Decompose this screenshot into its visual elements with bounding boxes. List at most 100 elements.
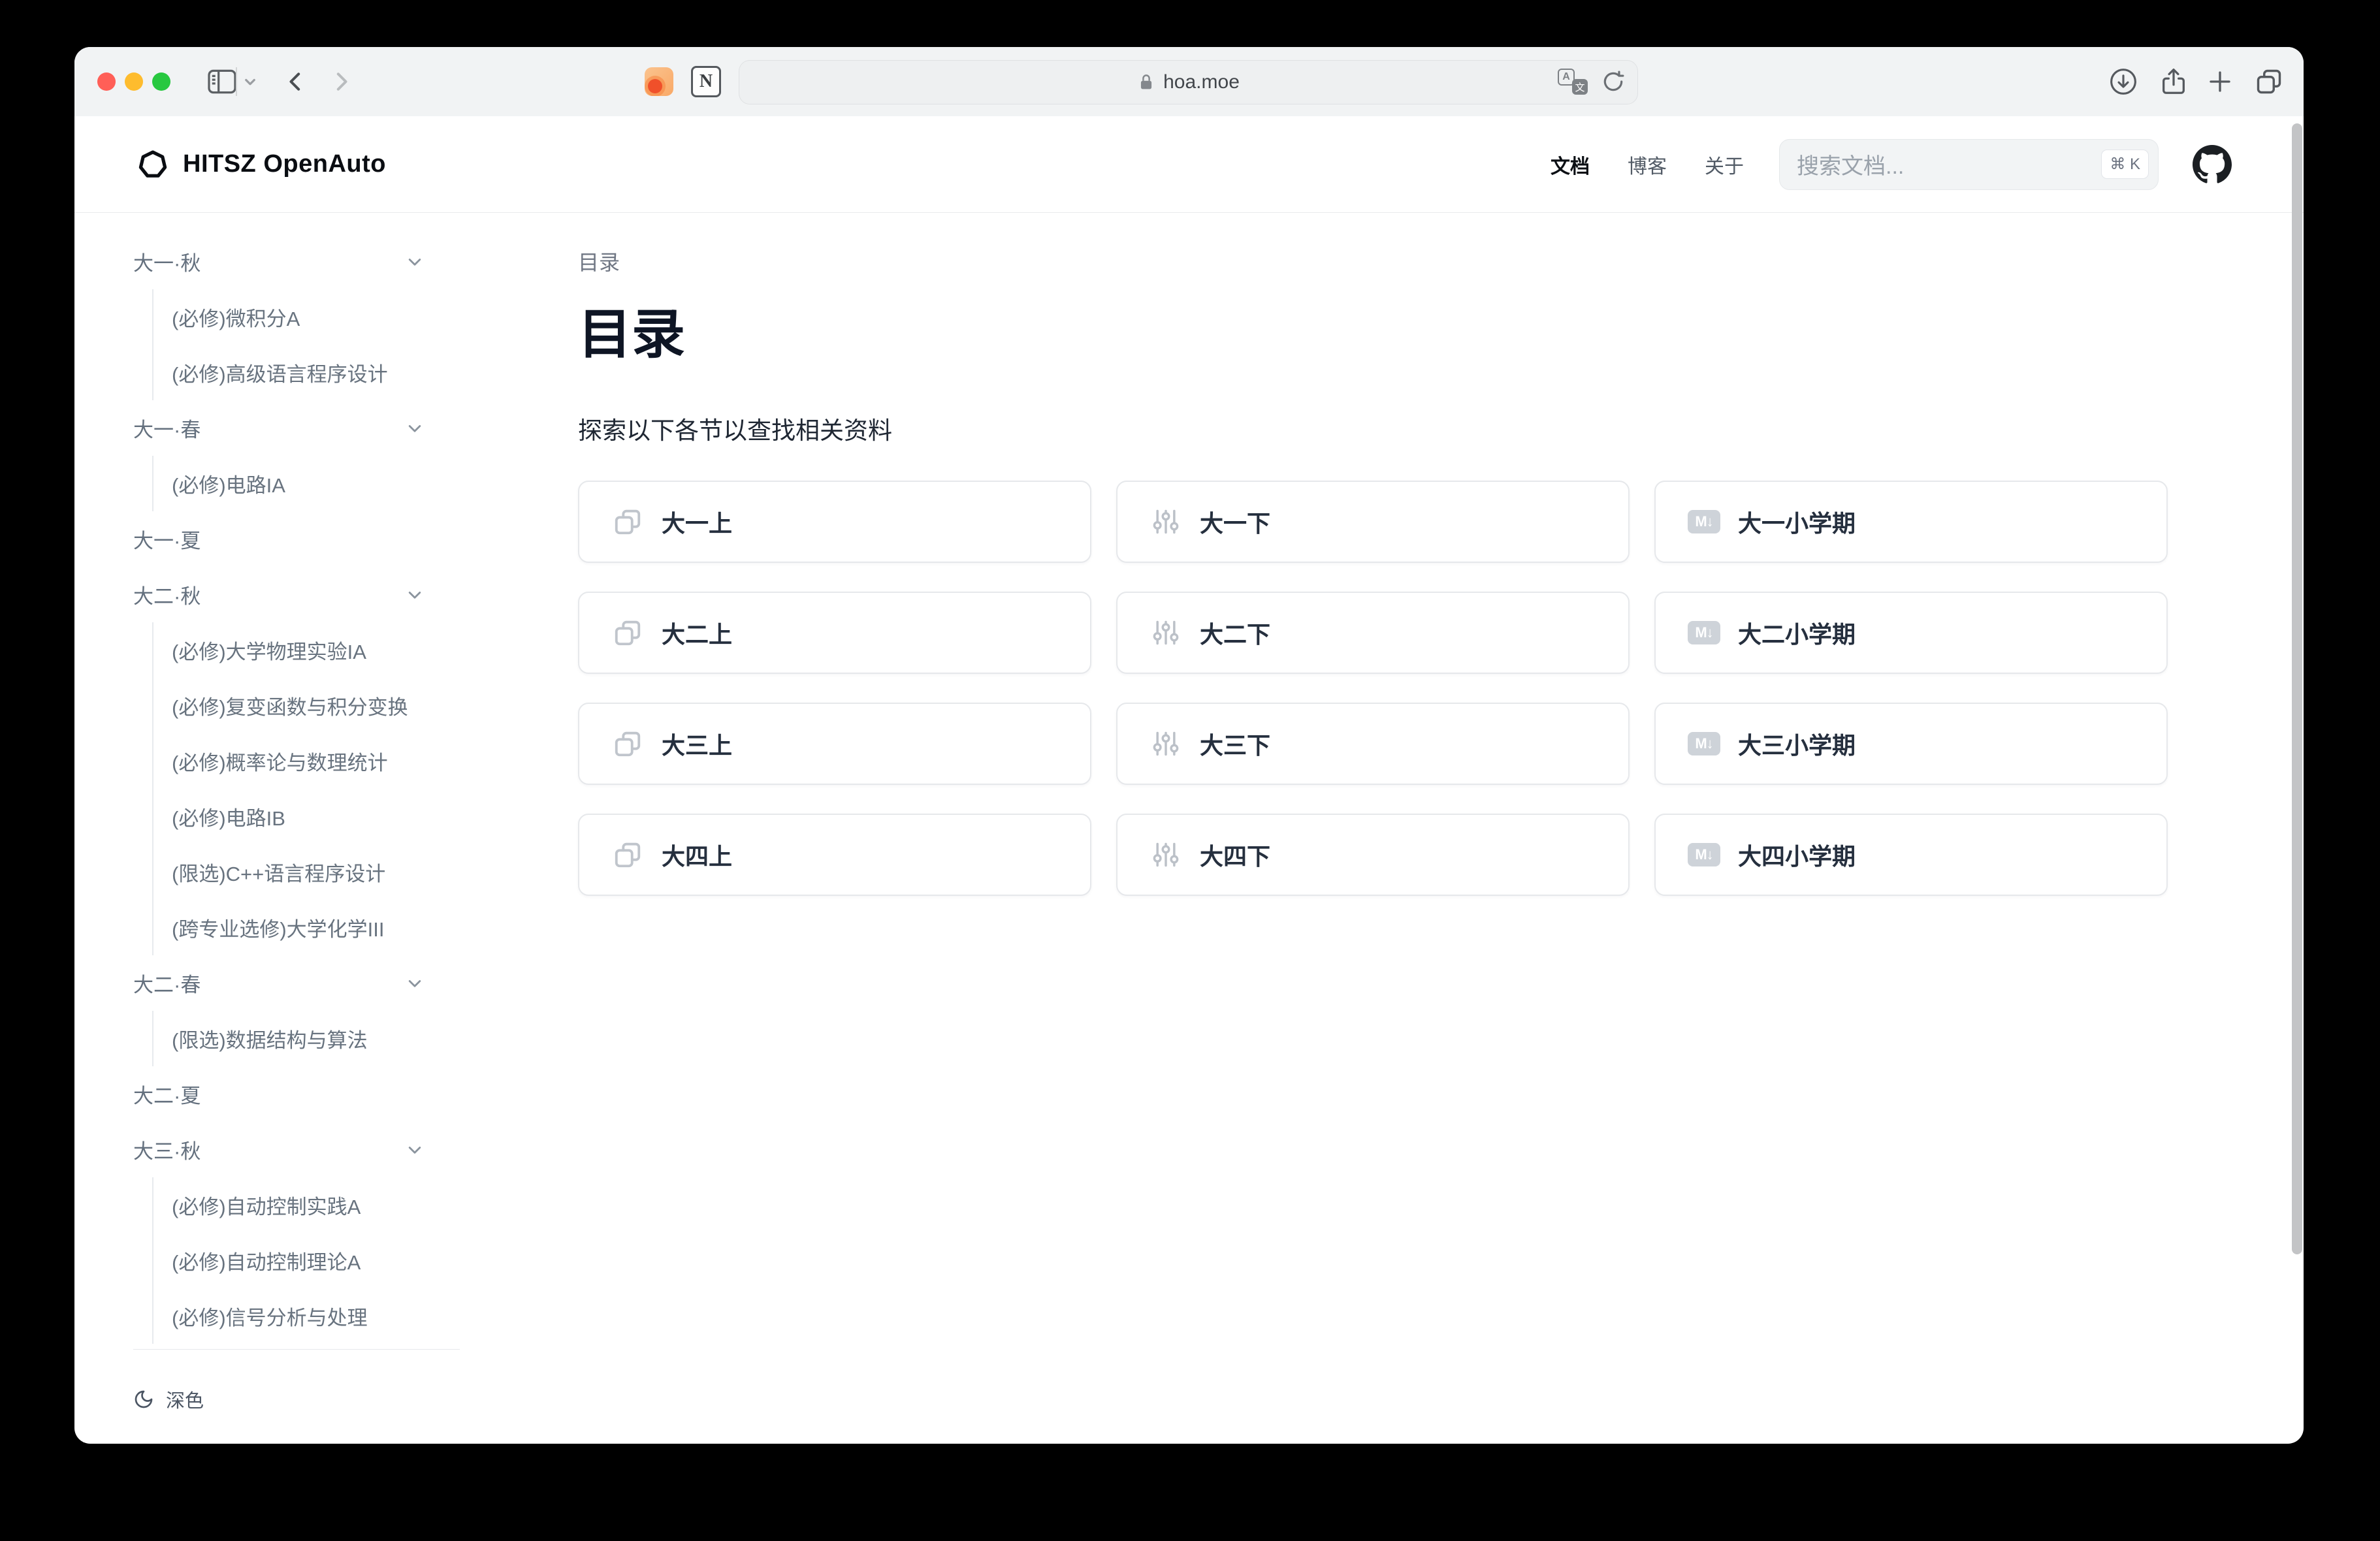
sidebar-toggle-icon[interactable] [207,47,237,116]
semester-card-label: 大一小学期 [1738,505,1856,539]
semester-card[interactable]: M↓大一小学期 [1654,481,2168,563]
theme-toggle-label: 深色 [166,1386,204,1413]
extension-icon-notion[interactable]: N [691,47,721,116]
nav-item[interactable]: 博客 [1628,150,1667,179]
semester-card[interactable]: 大四上 [578,814,1091,896]
sliders-icon [1149,729,1183,758]
brand[interactable]: HITSZ OpenAuto [137,149,386,180]
search-placeholder: 搜索文档... [1797,148,2101,180]
sidebar-item[interactable]: (必修)微积分A [172,289,460,345]
new-tab-icon[interactable] [2205,47,2235,116]
translate-icon[interactable]: A 文 [1558,69,1588,95]
sidebar-section-children: (必修)微积分A(必修)高级语言程序设计 [152,289,460,400]
chevron-down-icon [404,1139,426,1161]
sidebar-section[interactable]: 大一·春 [133,400,460,456]
semester-card-label: 大四小学期 [1738,838,1856,872]
sidebar-section-children: (必修)自动控制实践A(必修)自动控制理论A(必修)信号分析与处理 [152,1177,460,1344]
openauto-logo-icon [137,149,169,180]
nav-item[interactable]: 文档 [1551,150,1590,179]
back-button[interactable] [282,47,310,116]
browser-window: N hoa.moe A 文 [74,47,2304,1444]
address-bar[interactable]: hoa.moe A 文 [739,60,1638,104]
sidebar-section-label: 大二·春 [133,968,201,998]
sliders-icon [1149,618,1183,647]
browser-toolbar: N hoa.moe A 文 [74,47,2304,117]
sidebar-item[interactable]: (必修)电路IA [172,456,460,511]
sliders-icon [1149,840,1183,869]
semester-card-label: 大二下 [1200,616,1270,650]
semester-card-label: 大三下 [1200,727,1270,761]
sidebar-item[interactable]: (必修)高级语言程序设计 [172,345,460,400]
sidebar-section[interactable]: 大二·夏 [133,1066,460,1122]
search-input[interactable]: 搜索文档... ⌘ K [1779,139,2159,190]
lock-icon [1137,72,1155,92]
markdown-icon: M↓ [1687,621,1721,644]
extension-icon-orange[interactable] [644,47,674,116]
semester-card[interactable]: 大四下 [1116,814,1630,896]
github-icon[interactable] [2193,145,2232,184]
semester-card-label: 大二上 [662,616,732,650]
sidebar-section-label: 大三·秋 [133,1135,201,1164]
sidebar-section-label: 大二·夏 [133,1079,201,1109]
semester-card-label: 大二小学期 [1738,616,1856,650]
semester-card[interactable]: 大三上 [578,703,1091,785]
chevron-down-icon [404,584,426,606]
sidebar-item[interactable]: (跨专业选修)大学化学III [172,900,460,955]
semester-card[interactable]: 大一下 [1116,481,1630,563]
semester-card-label: 大四下 [1200,838,1270,872]
sidebar-section[interactable]: 大三·秋 [133,1122,460,1177]
page-subtitle: 探索以下各节以查找相关资料 [578,418,2250,444]
semester-card[interactable]: M↓大四小学期 [1654,814,2168,896]
semester-card[interactable]: M↓大三小学期 [1654,703,2168,785]
semester-card[interactable]: 大二上 [578,592,1091,674]
sidebar-section[interactable]: 大一·夏 [133,511,460,567]
tab-overview-icon[interactable] [2253,47,2285,116]
sidebar-item[interactable]: (限选)C++语言程序设计 [172,844,460,900]
site-header: HITSZ OpenAuto 文档 博客 关于 搜索文档... ⌘ K [74,116,2304,213]
page-title: 目录 [578,307,2250,363]
sidebar-item[interactable]: (必修)自动控制实践A [172,1177,460,1233]
reload-icon[interactable] [1601,69,1626,94]
sidebar-item[interactable]: (必修)信号分析与处理 [172,1288,460,1344]
sidebar-section-label: 大一·秋 [133,247,201,276]
semester-card-label: 大一上 [662,505,732,539]
copy-icon [611,618,645,648]
traffic-lights [97,72,170,91]
theme-toggle[interactable]: 深色 [133,1371,460,1427]
page-scrollbar[interactable] [2292,123,2302,1254]
share-icon[interactable] [2158,47,2189,116]
sidebar-section[interactable]: 大二·春 [133,955,460,1011]
chevron-down-icon [404,251,426,273]
toolbar-separator [236,67,237,96]
semester-card[interactable]: 大一上 [578,481,1091,563]
forward-button[interactable] [327,47,355,116]
breadcrumb: 目录 [578,252,2250,273]
downloads-icon[interactable] [2108,47,2138,116]
copy-icon [611,507,645,537]
sidebar-item[interactable]: (必修)自动控制理论A [172,1233,460,1288]
tab-group-chevron-icon[interactable] [240,47,261,116]
sidebar-item[interactable]: (必修)电路IB [172,789,460,844]
moon-icon [133,1389,154,1410]
sidebar-item[interactable]: (必修)复变函数与积分变换 [172,678,460,733]
sidebar-item[interactable]: (限选)数据结构与算法 [172,1011,460,1066]
zoom-window-button[interactable] [152,72,170,91]
close-window-button[interactable] [97,72,116,91]
semester-card[interactable]: M↓ 大二小学期 [1654,592,2168,674]
sidebar-section[interactable]: 大二·秋 [133,567,460,622]
semester-card-label: 大四上 [662,838,732,872]
sidebar-section-label: 大一·夏 [133,524,201,554]
chevron-down-icon [404,417,426,439]
sidebar-section[interactable]: 大一·秋 [133,234,460,289]
minimize-window-button[interactable] [125,72,143,91]
search-shortcut-kbd: ⌘ K [2101,150,2149,179]
semester-card[interactable]: 大三下 [1116,703,1630,785]
nav-item[interactable]: 关于 [1705,150,1744,179]
sidebar-section-children: (限选)数据结构与算法 [152,1011,460,1066]
chevron-down-icon [404,972,426,994]
sidebar-item[interactable]: (必修)概率论与数理统计 [172,733,460,789]
semester-card-label: 大三小学期 [1738,727,1856,761]
semester-card-label: 大一下 [1200,505,1270,539]
semester-card[interactable]: 大二下 [1116,592,1630,674]
sidebar-item[interactable]: (必修)大学物理实验IA [172,622,460,678]
